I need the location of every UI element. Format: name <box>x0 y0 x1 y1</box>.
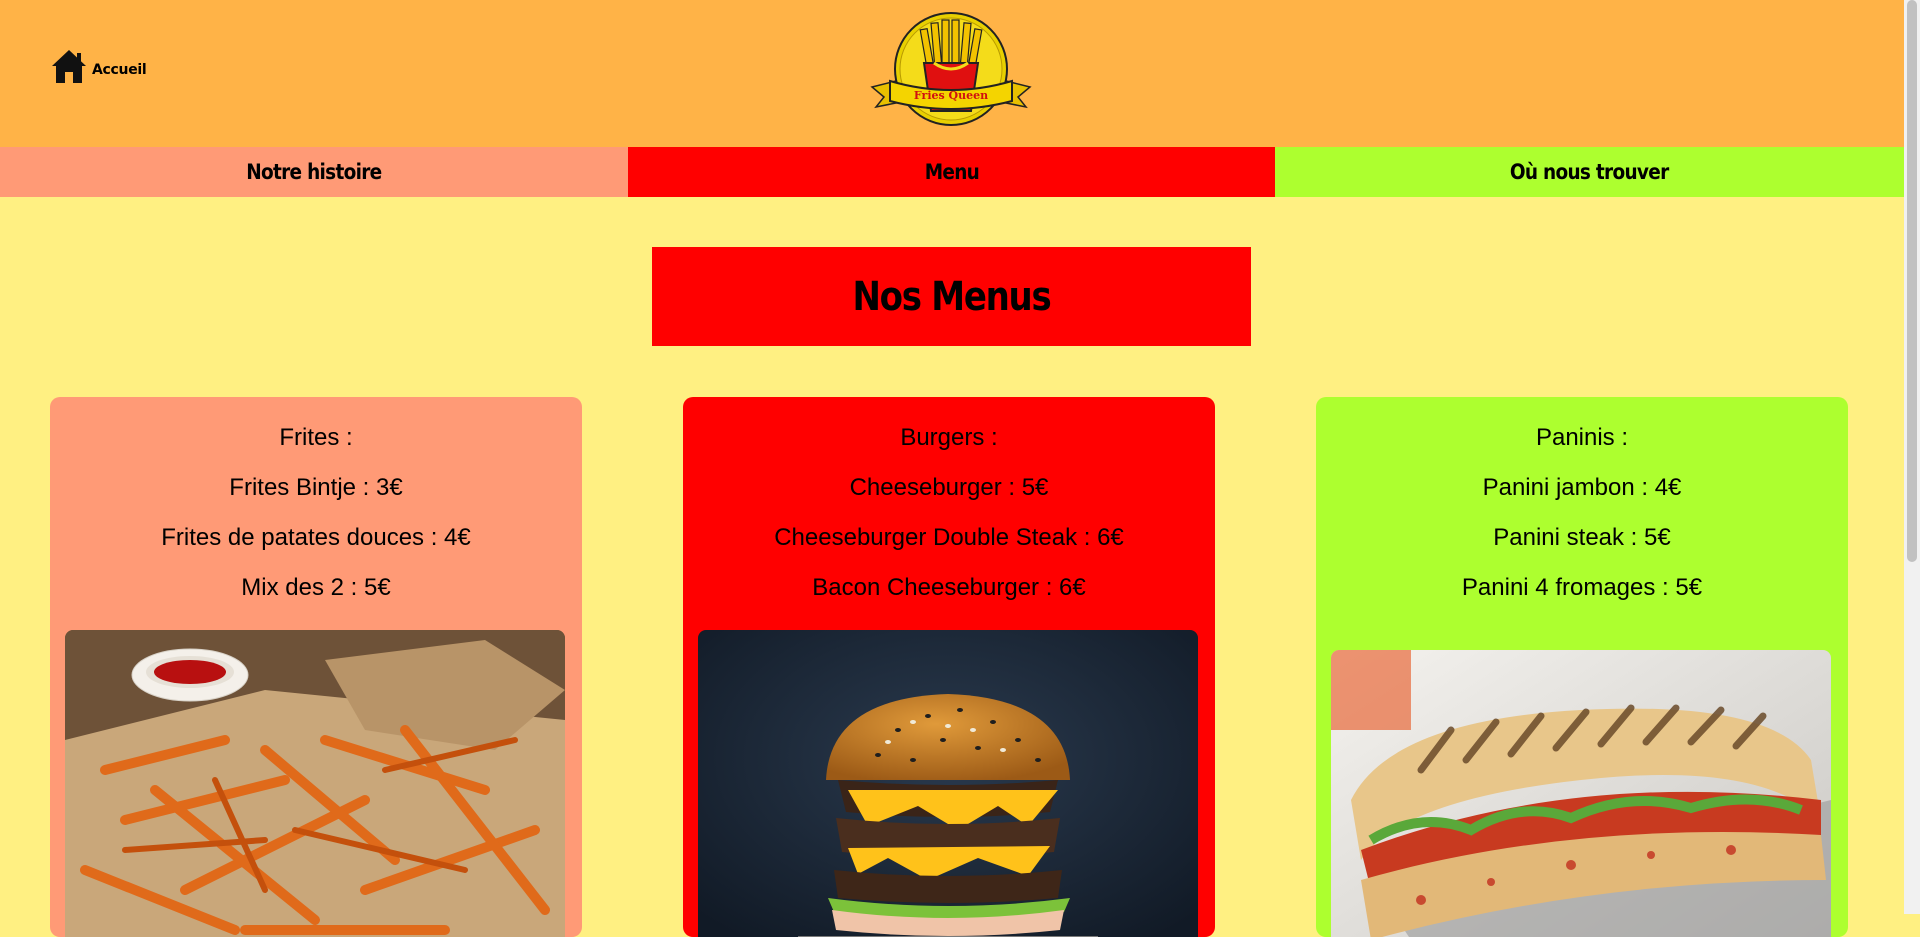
menu-item: Panini jambon : 4€ <box>1482 474 1682 501</box>
nav-label: Menu <box>924 160 979 184</box>
menu-item: Cheeseburger Double Steak : 6€ <box>774 524 1124 551</box>
page-title: Nos Menus <box>652 247 1251 346</box>
main-navigation: Notre histoire Menu Où nous trouver <box>0 147 1904 197</box>
scrollbar-thumb[interactable] <box>1907 0 1917 562</box>
logo-text: Fries Queen <box>914 89 988 102</box>
card-heading: Burgers : <box>900 424 998 451</box>
card-heading: Frites : <box>279 424 353 451</box>
nav-item-menu[interactable]: Menu <box>628 147 1275 197</box>
menu-card-burgers: Burgers : Cheeseburger : 5€ Cheeseburger… <box>683 397 1215 937</box>
menu-item: Frites de patates douces : 4€ <box>161 524 471 551</box>
nav-item-ou-nous-trouver[interactable]: Où nous trouver <box>1275 147 1904 197</box>
page-title-text: Nos Menus <box>852 273 1052 320</box>
page-scrollbar[interactable] <box>1904 0 1920 914</box>
fries-queen-logo[interactable]: Fries Queen <box>866 11 1036 129</box>
nav-item-notre-histoire[interactable]: Notre histoire <box>0 147 628 197</box>
menu-item: Bacon Cheeseburger : 6€ <box>812 574 1086 601</box>
double-cheeseburger-image <box>698 630 1198 937</box>
home-link[interactable]: Accueil <box>50 47 147 85</box>
menu-card-frites: Frites : Frites Bintje : 3€ Frites de pa… <box>50 397 582 937</box>
home-icon <box>52 50 86 83</box>
menu-item: Panini 4 fromages : 5€ <box>1461 574 1703 601</box>
sweet-potato-fries-image <box>65 630 565 937</box>
menu-item: Mix des 2 : 5€ <box>241 574 391 601</box>
nav-label: Où nous trouver <box>1510 160 1669 184</box>
menu-item: Frites Bintje : 3€ <box>229 474 403 501</box>
site-header: Accueil Fries Queen <box>0 0 1904 147</box>
menu-item: Cheeseburger : 5€ <box>849 474 1049 501</box>
card-heading: Paninis : <box>1535 424 1629 451</box>
menu-item: Panini steak : 5€ <box>1493 524 1671 551</box>
nav-label: Notre histoire <box>246 160 382 184</box>
menu-card-paninis: Paninis : Panini jambon : 4€ Panini stea… <box>1316 397 1848 937</box>
home-label: Accueil <box>92 62 147 78</box>
panini-image <box>1331 650 1831 937</box>
